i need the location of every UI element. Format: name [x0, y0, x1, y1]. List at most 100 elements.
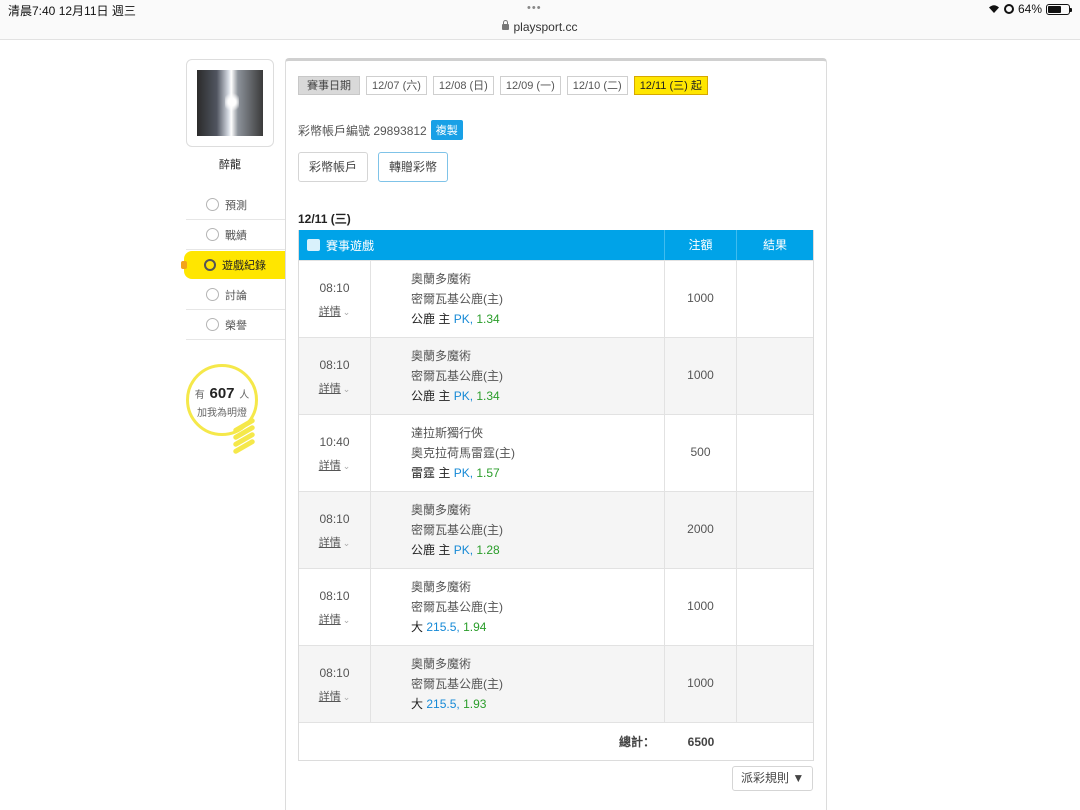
bet-time-cell: 08:10 詳情 ⌄	[299, 261, 371, 337]
chevron-down-icon: ⌄	[342, 538, 351, 548]
odds: 1.57	[476, 466, 500, 480]
bet-time: 10:40	[319, 435, 350, 449]
coin-account-button[interactable]: 彩幣帳戶	[298, 152, 369, 182]
detail-link[interactable]: 詳情 ⌄	[299, 380, 370, 396]
nav-item-discussion[interactable]: 討論	[186, 280, 286, 310]
bet-result	[737, 261, 813, 337]
medal-icon	[206, 318, 219, 331]
account-buttons: 彩幣帳戶 轉贈彩幣	[298, 152, 449, 182]
nav-label: 預測	[225, 199, 247, 212]
address-bar[interactable]: playsport.cc	[0, 20, 1080, 34]
away-team: 奧蘭多魔術	[411, 349, 472, 363]
bet-amount: 1000	[665, 261, 737, 337]
date-tab[interactable]: 12/08 (日)	[432, 76, 494, 95]
chevron-down-icon: ⌄	[342, 384, 351, 394]
bet-amount: 1000	[665, 338, 737, 414]
lamp-prefix: 有	[194, 390, 205, 401]
nav-item-honor[interactable]: 榮譽	[186, 310, 286, 340]
bet-result	[737, 338, 813, 414]
line: PK,	[453, 543, 474, 557]
detail-link[interactable]: 詳情 ⌄	[299, 534, 370, 550]
table-row: 08:10 詳情 ⌄ 奧蘭多魔術 密爾瓦基公鹿(主) 公鹿 主 PK, 1.28 …	[299, 491, 813, 568]
chevron-down-icon: ⌄	[342, 461, 351, 471]
bet-time: 08:10	[319, 281, 350, 295]
bet-result	[737, 415, 813, 491]
nav-item-record[interactable]: 戰績	[186, 220, 286, 250]
date-tab[interactable]: 12/07 (六)	[366, 76, 427, 95]
line: 215.5,	[426, 620, 460, 634]
copy-button[interactable]: 複製	[430, 120, 463, 140]
col-result: 結果	[762, 238, 787, 252]
bet-time: 08:10	[319, 512, 350, 526]
detail-label: 詳情	[318, 306, 341, 318]
bet-time: 08:10	[319, 358, 350, 372]
table-row: 08:10 詳情 ⌄ 奧蘭多魔術 密爾瓦基公鹿(主) 大 215.5, 1.94 …	[299, 568, 813, 645]
battery-icon	[1046, 3, 1072, 15]
pick: 公鹿 主	[411, 389, 451, 403]
detail-link[interactable]: 詳情 ⌄	[299, 303, 370, 319]
transfer-coins-button[interactable]: 轉贈彩幣	[378, 152, 449, 182]
total-row: 總計： 6500	[299, 722, 813, 760]
bet-result	[737, 492, 813, 568]
lamp-text: 加我為明燈	[197, 408, 247, 419]
avatar[interactable]	[197, 70, 263, 136]
col-game-label: 賽事遊戲	[326, 238, 375, 253]
nav-item-predict[interactable]: 預測	[186, 190, 286, 220]
nav-item-game-log[interactable]: 遊戲紀錄	[181, 251, 298, 279]
line: PK,	[453, 312, 474, 326]
home-team: 密爾瓦基公鹿(主)	[411, 600, 503, 614]
status-bar: 清晨7:40 12月11日 週三 ••• playsport.cc 64%	[0, 0, 1080, 40]
battery-percent: 64%	[1017, 2, 1042, 16]
away-team: 奧蘭多魔術	[411, 503, 472, 517]
nav-label: 榮譽	[225, 319, 247, 332]
account-number-row: 彩幣帳戶編號 29893812 複製	[298, 120, 463, 140]
line: 215.5,	[426, 697, 460, 711]
status-time: 清晨7:40 12月11日 週三	[8, 4, 136, 18]
total-value: 6500	[687, 735, 715, 749]
detail-link[interactable]: 詳情 ⌄	[299, 457, 370, 473]
table-row: 08:10 詳情 ⌄ 奧蘭多魔術 密爾瓦基公鹿(主) 大 215.5, 1.93 …	[299, 645, 813, 722]
odds: 1.34	[476, 389, 500, 403]
bets-table: 賽事遊戲 注額 結果 08:10 詳情 ⌄ 奧蘭多魔術 密爾瓦基公鹿(主) 公鹿 …	[298, 230, 814, 761]
game-cell: 奧蘭多魔術 密爾瓦基公鹿(主) 大 215.5, 1.93	[371, 646, 665, 722]
table-row: 08:10 詳情 ⌄ 奧蘭多魔術 密爾瓦基公鹿(主) 公鹿 主 PK, 1.34 …	[299, 260, 813, 337]
chevron-down-icon: ⌄	[342, 692, 351, 702]
odds: 1.94	[463, 620, 487, 634]
odds: 1.93	[463, 697, 487, 711]
game-cell: 奧蘭多魔術 密爾瓦基公鹿(主) 公鹿 主 PK, 1.28	[371, 492, 665, 568]
away-team: 奧蘭多魔術	[411, 272, 472, 286]
target-icon	[206, 198, 219, 211]
home-team: 密爾瓦基公鹿(主)	[411, 677, 503, 691]
pick: 公鹿 主	[411, 543, 451, 557]
odds: 1.34	[476, 312, 500, 326]
username[interactable]: 醉龍	[186, 156, 274, 172]
bet-time: 08:10	[319, 666, 350, 680]
detail-link[interactable]: 詳情 ⌄	[299, 688, 370, 704]
home-team: 密爾瓦基公鹿(主)	[411, 369, 503, 383]
date-tab[interactable]: 12/09 (一)	[499, 76, 561, 95]
payout-rules-button[interactable]: 派彩規則 ▼	[732, 766, 814, 791]
nav-label: 討論	[225, 289, 247, 302]
table-header: 賽事遊戲 注額 結果	[299, 230, 813, 260]
line: PK,	[453, 389, 474, 403]
away-team: 奧蘭多魔術	[411, 580, 472, 594]
game-cell: 奧蘭多魔術 密爾瓦基公鹿(主) 公鹿 主 PK, 1.34	[371, 338, 665, 414]
date-tab[interactable]: 12/10 (二)	[566, 76, 628, 95]
pick: 雷霆 主	[411, 466, 451, 480]
magnifier-icon	[206, 288, 219, 301]
bet-amount: 2000	[665, 492, 737, 568]
game-cell: 奧蘭多魔術 密爾瓦基公鹿(主) 公鹿 主 PK, 1.34	[371, 261, 665, 337]
calendar-icon	[307, 239, 320, 251]
wifi-icon	[988, 4, 1000, 14]
url-text: playsport.cc	[513, 20, 578, 34]
bet-time-cell: 08:10 詳情 ⌄	[299, 492, 371, 568]
nav-label: 戰績	[225, 229, 247, 242]
avatar-frame[interactable]	[186, 59, 274, 147]
more-dots-icon[interactable]: •••	[527, 2, 542, 14]
lock-icon	[502, 20, 510, 30]
detail-label: 詳情	[318, 691, 341, 703]
detail-link[interactable]: 詳情 ⌄	[299, 611, 370, 627]
date-tab-selected[interactable]: 12/11 (三) 起	[633, 76, 708, 95]
lamp-count-line: 有 607 人	[189, 385, 255, 402]
home-team: 奧克拉荷馬雷霆(主)	[411, 446, 515, 460]
